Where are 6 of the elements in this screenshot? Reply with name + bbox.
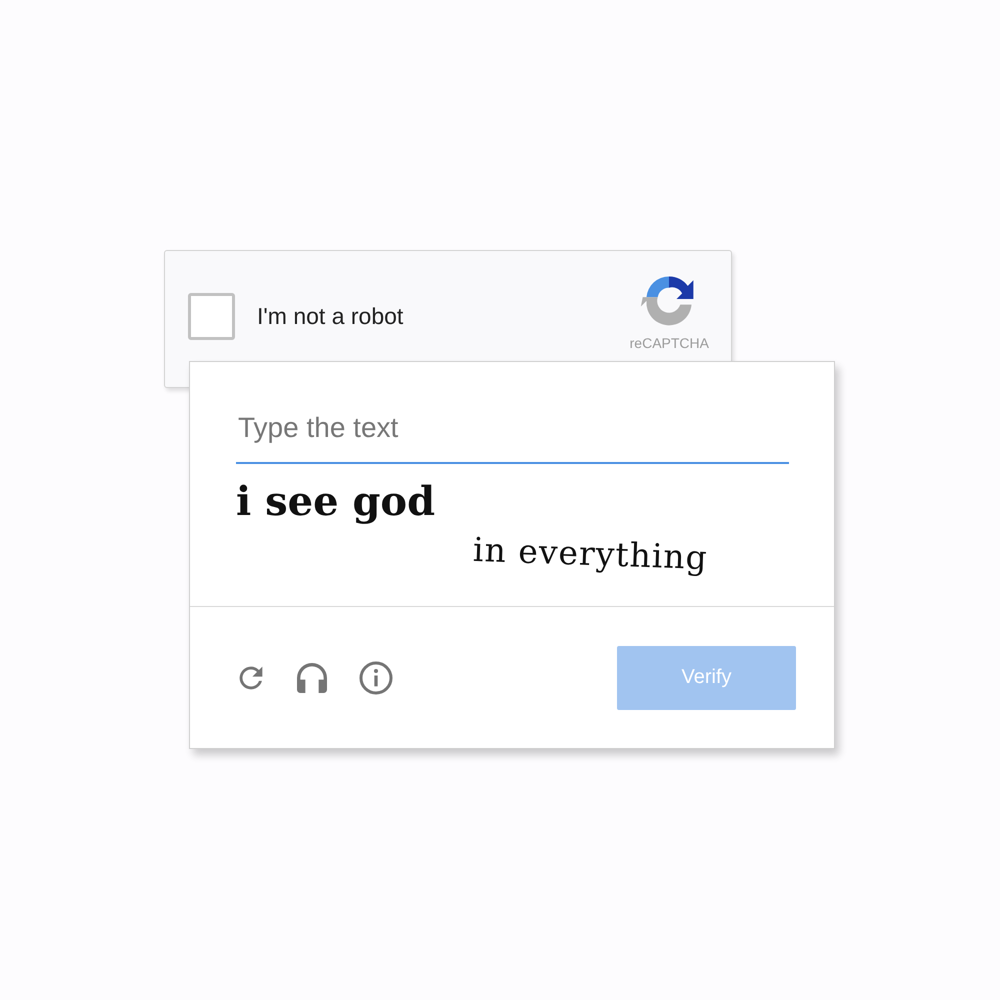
captcha-text: i see god [236, 478, 436, 525]
captcha-text: in everything [472, 530, 708, 578]
brand-text: reCAPTCHA [630, 335, 709, 351]
text-input-field[interactable]: Type the text [236, 406, 789, 464]
checkbox[interactable] [188, 293, 235, 340]
checkbox-label: I'm not a robot [257, 303, 404, 330]
